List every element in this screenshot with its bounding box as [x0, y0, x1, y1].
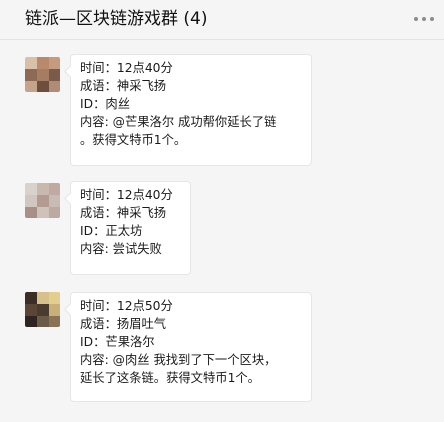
message-id: ID：芒果洛尔	[80, 335, 155, 349]
message-id: ID：正太坊	[80, 224, 143, 238]
avatar-pixel	[37, 316, 49, 327]
avatar-pixel	[37, 292, 49, 304]
message-idiom: 成语：神采飞扬	[80, 206, 167, 220]
avatar-pixel	[25, 57, 37, 69]
avatar-pixel	[49, 183, 60, 195]
avatar-pixel	[49, 316, 60, 327]
avatar-pixel	[37, 81, 49, 92]
chat-header: 链派—区块链游戏群 (4)	[0, 0, 444, 40]
message-content: 内容: @肉丝 我找到了下一个区块，	[80, 353, 277, 367]
avatar-pixel	[37, 207, 49, 218]
avatar-pixel	[49, 57, 60, 69]
message-bubble[interactable]: 时间：12点50分 成语：扬眉吐气 ID：芒果洛尔 内容: @肉丝 我找到了下一…	[70, 292, 312, 402]
message-time: 时间：12点40分	[80, 61, 173, 75]
avatar-pixel	[25, 183, 37, 195]
avatar[interactable]	[25, 183, 60, 218]
avatar-pixel	[49, 81, 60, 92]
avatar[interactable]	[25, 57, 60, 92]
avatar-pixel	[25, 81, 37, 92]
message-content: 内容: @芒果洛尔 成功帮你延长了链	[80, 115, 277, 129]
avatar-pixel	[25, 292, 37, 304]
avatar-pixel	[25, 316, 37, 327]
avatar-pixel	[25, 69, 37, 81]
message-content-cont: 延长了这条链。获得文特币1个。	[80, 371, 260, 385]
message-idiom: 成语：扬眉吐气	[80, 317, 167, 331]
avatar-pixel	[49, 195, 60, 207]
message-content: 内容: 尝试失败	[80, 242, 162, 256]
message-time: 时间：12点50分	[80, 299, 173, 313]
avatar-pixel	[37, 57, 49, 69]
message-content-cont: 。获得文特币1个。	[80, 133, 187, 147]
avatar-pixel	[37, 304, 49, 316]
avatar-pixel	[49, 292, 60, 304]
message-bubble[interactable]: 时间：12点40分 成语：神采飞扬 ID：正太坊 内容: 尝试失败	[70, 181, 191, 275]
avatar[interactable]	[25, 292, 60, 327]
avatar-pixel	[25, 195, 37, 207]
avatar-pixel	[37, 195, 49, 207]
message-bubble[interactable]: 时间：12点40分 成语：神采飞扬 ID：肉丝 内容: @芒果洛尔 成功帮你延长…	[70, 54, 312, 166]
more-dots-icon[interactable]	[414, 17, 434, 21]
avatar-pixel	[49, 207, 60, 218]
avatar-pixel	[37, 69, 49, 81]
avatar-pixel	[37, 183, 49, 195]
avatar-pixel	[25, 304, 37, 316]
message-idiom: 成语：神采飞扬	[80, 79, 167, 93]
avatar-pixel	[25, 207, 37, 218]
message-time: 时间：12点40分	[80, 188, 173, 202]
chat-title: 链派—区块链游戏群 (4)	[25, 9, 208, 29]
avatar-pixel	[49, 304, 60, 316]
message-id: ID：肉丝	[80, 97, 130, 111]
avatar-pixel	[49, 69, 60, 81]
